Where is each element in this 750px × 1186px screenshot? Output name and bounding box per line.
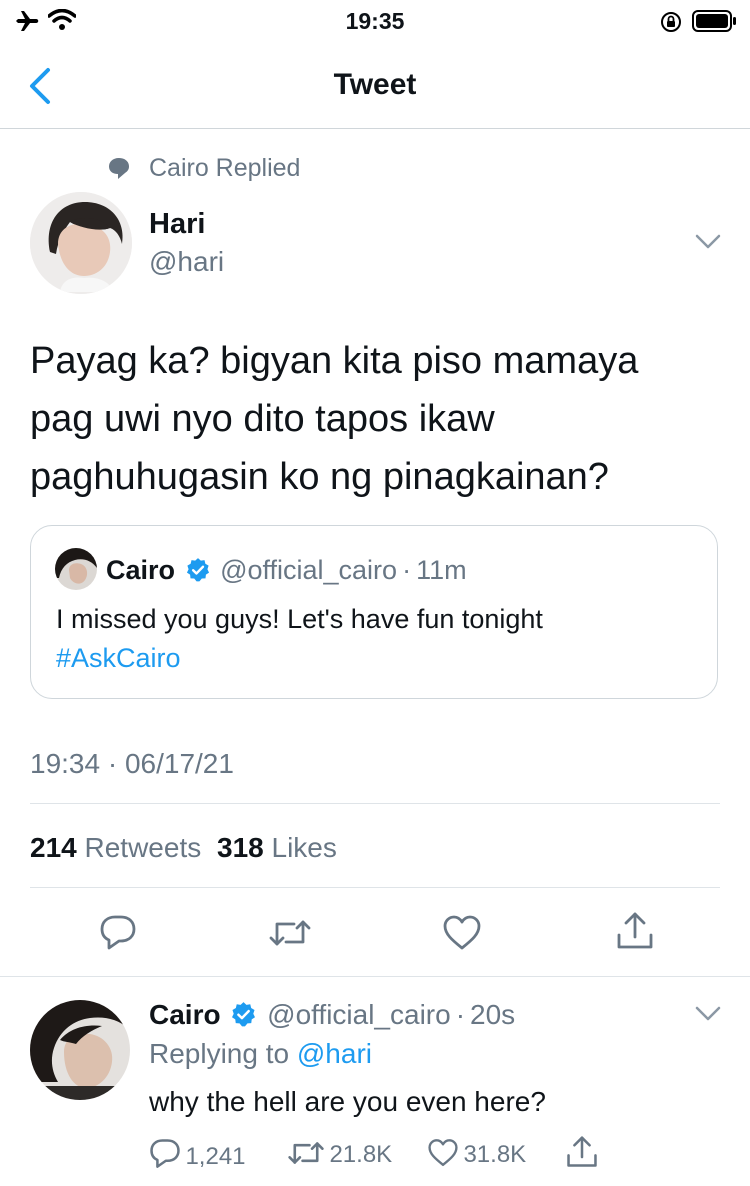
retweet-icon (288, 1142, 324, 1164)
replying-to-label: Replying to (149, 1038, 290, 1069)
reply-retweet-count: 21.8K (329, 1141, 393, 1168)
quoted-author-name: Cairo (106, 555, 176, 585)
likes-stat[interactable]: 318 Likes (217, 832, 337, 863)
share-icon[interactable] (566, 1135, 598, 1169)
like-label: Likes (271, 832, 337, 863)
tweet-text-line: pag uwi nyo dito tapos ikaw (30, 398, 495, 440)
tweet-text: Payag ka? bigyan kita piso mamaya pag uw… (30, 332, 638, 506)
quoted-author-handle: @official_cairo (220, 555, 398, 585)
like-icon[interactable] (442, 914, 482, 952)
like-count: 318 (217, 832, 264, 863)
tweet-text-line: Payag ka? bigyan kita piso mamaya (30, 340, 639, 382)
reply-header: Cairo @official_cairo · 20s (149, 999, 515, 1031)
quoted-separator: · (402, 555, 412, 585)
quoted-header: Cairo @official_cairo · 11m (106, 555, 467, 586)
retweet-label: Retweets (84, 832, 202, 863)
reply-author-name[interactable]: Cairo (149, 999, 221, 1030)
quoted-hashtag[interactable]: #AskCairo (56, 643, 181, 674)
quoted-text: I missed you guys! Let's have fun tonigh… (56, 604, 543, 634)
replying-to: Replying to @hari (149, 1038, 372, 1070)
context-label: Cairo Replied (149, 154, 301, 182)
page-title: Tweet (333, 68, 417, 101)
status-time: 19:35 (345, 8, 405, 34)
divider (0, 976, 750, 977)
rotation-lock-icon (661, 12, 681, 32)
reply-author-avatar[interactable] (30, 1000, 130, 1100)
divider (30, 887, 720, 888)
reply-reply-action[interactable]: 1,241 (149, 1138, 246, 1171)
more-chevron-icon[interactable] (694, 233, 722, 251)
share-icon[interactable] (616, 911, 654, 951)
quoted-author-avatar (55, 548, 97, 590)
navigation-bar: Tweet (0, 44, 750, 129)
reply-separator: · (455, 999, 466, 1030)
tweet-text-line: paghuhugasin ko ng pinagkainan? (30, 456, 609, 498)
author-name[interactable]: Hari (149, 208, 205, 241)
reply-icon (150, 1139, 180, 1168)
author-avatar[interactable] (30, 192, 132, 294)
reply-like-action[interactable]: 31.8K (427, 1138, 526, 1169)
reply-like-count: 31.8K (463, 1141, 527, 1168)
more-chevron-icon[interactable] (694, 1005, 722, 1023)
reply-author-handle[interactable]: @official_cairo (267, 999, 451, 1030)
tweet-stats: 214 Retweets 318 Likes (30, 832, 337, 864)
status-bar: 19:35 (0, 0, 750, 44)
reply-text: why the hell are you even here? (149, 1086, 546, 1117)
retweets-stat[interactable]: 214 Retweets (30, 832, 201, 863)
battery-icon (692, 10, 736, 32)
speech-bubble-icon (109, 158, 129, 179)
quoted-time: 11m (416, 555, 467, 585)
retweet-count: 214 (30, 832, 77, 863)
retweet-icon[interactable] (268, 916, 312, 950)
reply-time: 20s (470, 999, 516, 1030)
verified-badge-icon (232, 1002, 256, 1027)
verified-badge-icon (186, 558, 209, 582)
like-icon (428, 1139, 458, 1167)
author-handle[interactable]: @hari (149, 246, 224, 278)
reply-retweet-action[interactable]: 21.8K (287, 1138, 392, 1169)
reply-icon[interactable] (99, 914, 137, 952)
replying-to-handle[interactable]: @hari (297, 1038, 372, 1069)
tweet-timestamp: 19:34 · 06/17/21 (30, 748, 234, 779)
reply-count: 1,241 (185, 1143, 246, 1170)
divider (30, 803, 720, 804)
